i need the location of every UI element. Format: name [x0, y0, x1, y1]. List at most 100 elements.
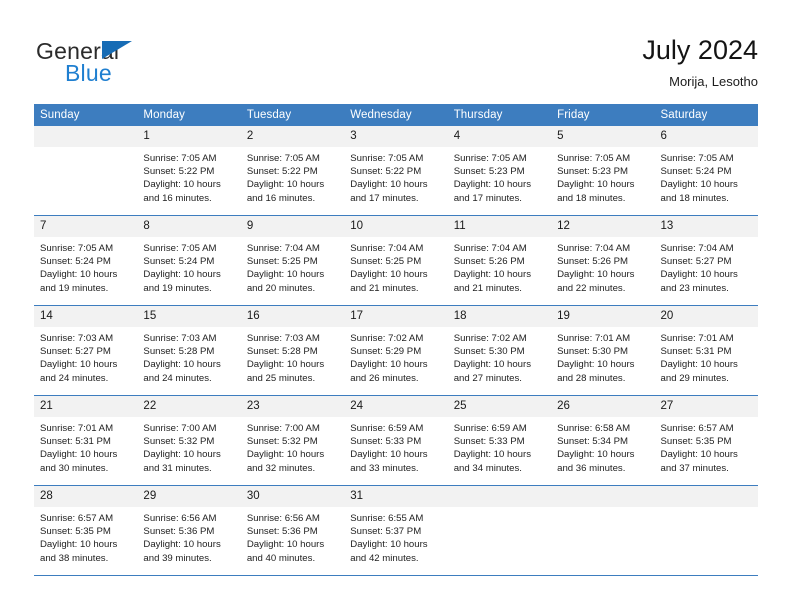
daylight-text-line1: Daylight: 10 hours: [660, 359, 738, 371]
sunset-text: Sunset: 5:32 PM: [246, 436, 318, 448]
sunrise-text: Sunrise: 6:57 AM: [40, 513, 114, 524]
calendar-day-cell[interactable]: 22 Sunrise: 7:00 AM Sunset: 5:32 PM Dayligh…: [137, 395, 241, 486]
sunset-text: Sunset: 5:22 PM: [246, 166, 318, 178]
daylight-text-line1: Daylight: 10 hours: [453, 269, 532, 281]
sunset-text: Sunset: 5:26 PM: [453, 256, 525, 268]
daylight-text-line1: Daylight: 10 hours: [143, 449, 221, 461]
daylight-text-line2: and 28 minutes.: [557, 372, 626, 384]
calendar-day-cell[interactable]: 21 Sunrise: 7:01 AM Sunset: 5:31 PM Dayligh…: [34, 395, 138, 486]
calendar-day-cell[interactable]: 10 Sunrise: 7:04 AM Sunset: 5:25 PM Dayligh…: [344, 215, 448, 306]
calendar-day-cell[interactable]: 27 Sunrise: 6:57 AM Sunset: 5:35 PM Dayligh…: [654, 395, 758, 486]
calendar-day-cell[interactable]: 4 Sunrise: 7:05 AM Sunset: 5:23 PM Daylight…: [447, 126, 552, 216]
day-number: 17: [344, 306, 448, 327]
sunrise-text: Sunrise: 7:05 AM: [143, 243, 217, 254]
sunrise-text: Sunrise: 7:00 AM: [143, 423, 217, 434]
calendar-day-cell[interactable]: 26 Sunrise: 6:58 AM Sunset: 5:34 PM Dayligh…: [551, 395, 655, 486]
day-details: Sunrise: 7:05 AM Sunset: 5:22 PM Daylight:…: [137, 147, 240, 205]
sunset-text: Sunset: 5:26 PM: [557, 256, 629, 268]
calendar-cell-empty: [551, 485, 655, 576]
triangle-icon: [102, 41, 132, 59]
calendar-day-cell[interactable]: 3 Sunrise: 7:05 AM Sunset: 5:22 PM Daylight…: [344, 126, 448, 216]
calendar-day-cell[interactable]: 18 Sunrise: 7:02 AM Sunset: 5:30 PM Dayligh…: [447, 305, 552, 396]
calendar-day-cell[interactable]: 15 Sunrise: 7:03 AM Sunset: 5:28 PM Dayligh…: [137, 305, 241, 396]
day-details: Sunrise: 7:02 AM Sunset: 5:30 PM Daylight:…: [448, 327, 551, 385]
daylight-text-line1: Daylight: 10 hours: [40, 449, 118, 461]
daylight-text-line1: Daylight: 10 hours: [350, 449, 428, 461]
daylight-text-line1: Daylight: 10 hours: [143, 539, 221, 551]
logo-text-blue: Blue: [65, 60, 112, 86]
calendar-day-cell[interactable]: 11 Sunrise: 7:04 AM Sunset: 5:26 PM Dayligh…: [447, 215, 552, 306]
day-number: 20: [654, 306, 758, 327]
sunrise-text: Sunrise: 7:01 AM: [40, 423, 114, 434]
daylight-text-line2: and 25 minutes.: [246, 372, 316, 384]
daylight-text-line2: and 21 minutes.: [453, 282, 522, 294]
calendar-day-cell[interactable]: 16 Sunrise: 7:03 AM Sunset: 5:28 PM Dayligh…: [240, 305, 345, 396]
weekday-header-tuesday: Tuesday: [240, 104, 345, 126]
calendar-cell-empty: [447, 485, 552, 576]
sunset-text: Sunset: 5:35 PM: [660, 436, 732, 448]
calendar-cell-empty: [34, 126, 138, 216]
title-block: July 2024 Morija, Lesotho: [642, 34, 758, 91]
calendar-day-cell[interactable]: 25 Sunrise: 6:59 AM Sunset: 5:33 PM Dayligh…: [447, 395, 552, 486]
calendar-day-cell[interactable]: 8 Sunrise: 7:05 AM Sunset: 5:24 PM Daylight…: [137, 215, 241, 306]
calendar-week-row: 7 Sunrise: 7:05 AM Sunset: 5:24 PM Daylight…: [34, 215, 758, 306]
calendar-day-cell[interactable]: 14 Sunrise: 7:03 AM Sunset: 5:27 PM Dayligh…: [34, 305, 138, 396]
day-number: 3: [344, 126, 448, 147]
sunset-text: Sunset: 5:28 PM: [246, 346, 318, 358]
day-details: Sunrise: 6:57 AM Sunset: 5:35 PM Daylight:…: [655, 417, 758, 475]
day-number: 7: [34, 216, 138, 237]
weekday-header-wednesday: Wednesday: [344, 104, 448, 126]
daylight-text-line2: and 33 minutes.: [350, 462, 419, 474]
calendar-day-cell[interactable]: 9 Sunrise: 7:04 AM Sunset: 5:25 PM Daylight…: [240, 215, 345, 306]
calendar-day-cell[interactable]: 23 Sunrise: 7:00 AM Sunset: 5:32 PM Dayligh…: [240, 395, 345, 486]
calendar-day-cell[interactable]: 24 Sunrise: 6:59 AM Sunset: 5:33 PM Dayligh…: [344, 395, 448, 486]
calendar-day-cell[interactable]: 30 Sunrise: 6:56 AM Sunset: 5:36 PM Dayligh…: [240, 485, 345, 576]
sunset-text: Sunset: 5:31 PM: [660, 346, 732, 358]
sunset-text: Sunset: 5:37 PM: [350, 526, 422, 538]
daylight-text-line2: and 23 minutes.: [660, 282, 729, 294]
day-details: Sunrise: 7:02 AM Sunset: 5:29 PM Daylight:…: [344, 327, 447, 385]
daylight-text-line1: Daylight: 10 hours: [557, 359, 635, 371]
sunset-text: Sunset: 5:31 PM: [40, 436, 111, 448]
daylight-text-line1: Daylight: 10 hours: [246, 359, 325, 371]
calendar-day-cell[interactable]: 19 Sunrise: 7:01 AM Sunset: 5:30 PM Dayligh…: [551, 305, 655, 396]
general-blue-logo[interactable]: General Blue: [36, 38, 216, 88]
daylight-text-line1: Daylight: 10 hours: [660, 449, 738, 461]
daylight-text-line1: Daylight: 10 hours: [246, 539, 325, 551]
sunset-text: Sunset: 5:36 PM: [143, 526, 215, 538]
day-number: 22: [137, 396, 241, 417]
day-details: Sunrise: 7:01 AM Sunset: 5:31 PM Daylight:…: [655, 327, 758, 385]
sunrise-text: Sunrise: 7:04 AM: [350, 243, 424, 254]
calendar-week-row: 1 Sunrise: 7:05 AM Sunset: 5:22 PM Daylight…: [34, 126, 758, 216]
daylight-text-line2: and 31 minutes.: [143, 462, 212, 474]
daylight-text-line2: and 16 minutes.: [143, 192, 212, 204]
calendar-day-cell[interactable]: 12 Sunrise: 7:04 AM Sunset: 5:26 PM Dayligh…: [551, 215, 655, 306]
calendar-day-cell[interactable]: 29 Sunrise: 6:56 AM Sunset: 5:36 PM Dayligh…: [137, 485, 241, 576]
calendar-day-cell[interactable]: 1 Sunrise: 7:05 AM Sunset: 5:22 PM Daylight…: [137, 126, 241, 216]
calendar-day-cell[interactable]: 6 Sunrise: 7:05 AM Sunset: 5:24 PM Daylight…: [654, 126, 758, 216]
sunrise-text: Sunrise: 7:05 AM: [557, 153, 631, 164]
daylight-text-line1: Daylight: 10 hours: [40, 269, 118, 281]
calendar-day-cell[interactable]: 31 Sunrise: 6:55 AM Sunset: 5:37 PM Dayligh…: [344, 485, 448, 576]
sunset-text: Sunset: 5:30 PM: [453, 346, 525, 358]
calendar-day-cell[interactable]: 5 Sunrise: 7:05 AM Sunset: 5:23 PM Daylight…: [551, 126, 655, 216]
sunrise-text: Sunrise: 6:56 AM: [143, 513, 217, 524]
calendar-day-cell[interactable]: 20 Sunrise: 7:01 AM Sunset: 5:31 PM Dayligh…: [654, 305, 758, 396]
calendar-day-cell[interactable]: 7 Sunrise: 7:05 AM Sunset: 5:24 PM Daylight…: [34, 215, 138, 306]
weekday-header-friday: Friday: [551, 104, 655, 126]
daylight-text-line2: and 18 minutes.: [660, 192, 729, 204]
day-number: 4: [447, 126, 552, 147]
day-details: Sunrise: 6:55 AM Sunset: 5:37 PM Daylight:…: [344, 507, 447, 565]
daylight-text-line2: and 32 minutes.: [246, 462, 316, 474]
calendar-day-cell[interactable]: 28 Sunrise: 6:57 AM Sunset: 5:35 PM Dayligh…: [34, 485, 138, 576]
weekday-header-thursday: Thursday: [447, 104, 552, 126]
daylight-text-line1: Daylight: 10 hours: [143, 359, 221, 371]
calendar-week-row: 21 Sunrise: 7:01 AM Sunset: 5:31 PM Dayligh…: [34, 395, 758, 486]
day-number: 2: [240, 126, 345, 147]
calendar-day-cell[interactable]: 2 Sunrise: 7:05 AM Sunset: 5:22 PM Daylight…: [240, 126, 345, 216]
day-details: Sunrise: 7:04 AM Sunset: 5:25 PM Daylight:…: [241, 237, 344, 295]
daylight-text-line1: Daylight: 10 hours: [660, 269, 738, 281]
calendar-day-cell[interactable]: 17 Sunrise: 7:02 AM Sunset: 5:29 PM Dayligh…: [344, 305, 448, 396]
calendar-day-cell[interactable]: 13 Sunrise: 7:04 AM Sunset: 5:27 PM Dayligh…: [654, 215, 758, 306]
day-number: [654, 486, 758, 507]
